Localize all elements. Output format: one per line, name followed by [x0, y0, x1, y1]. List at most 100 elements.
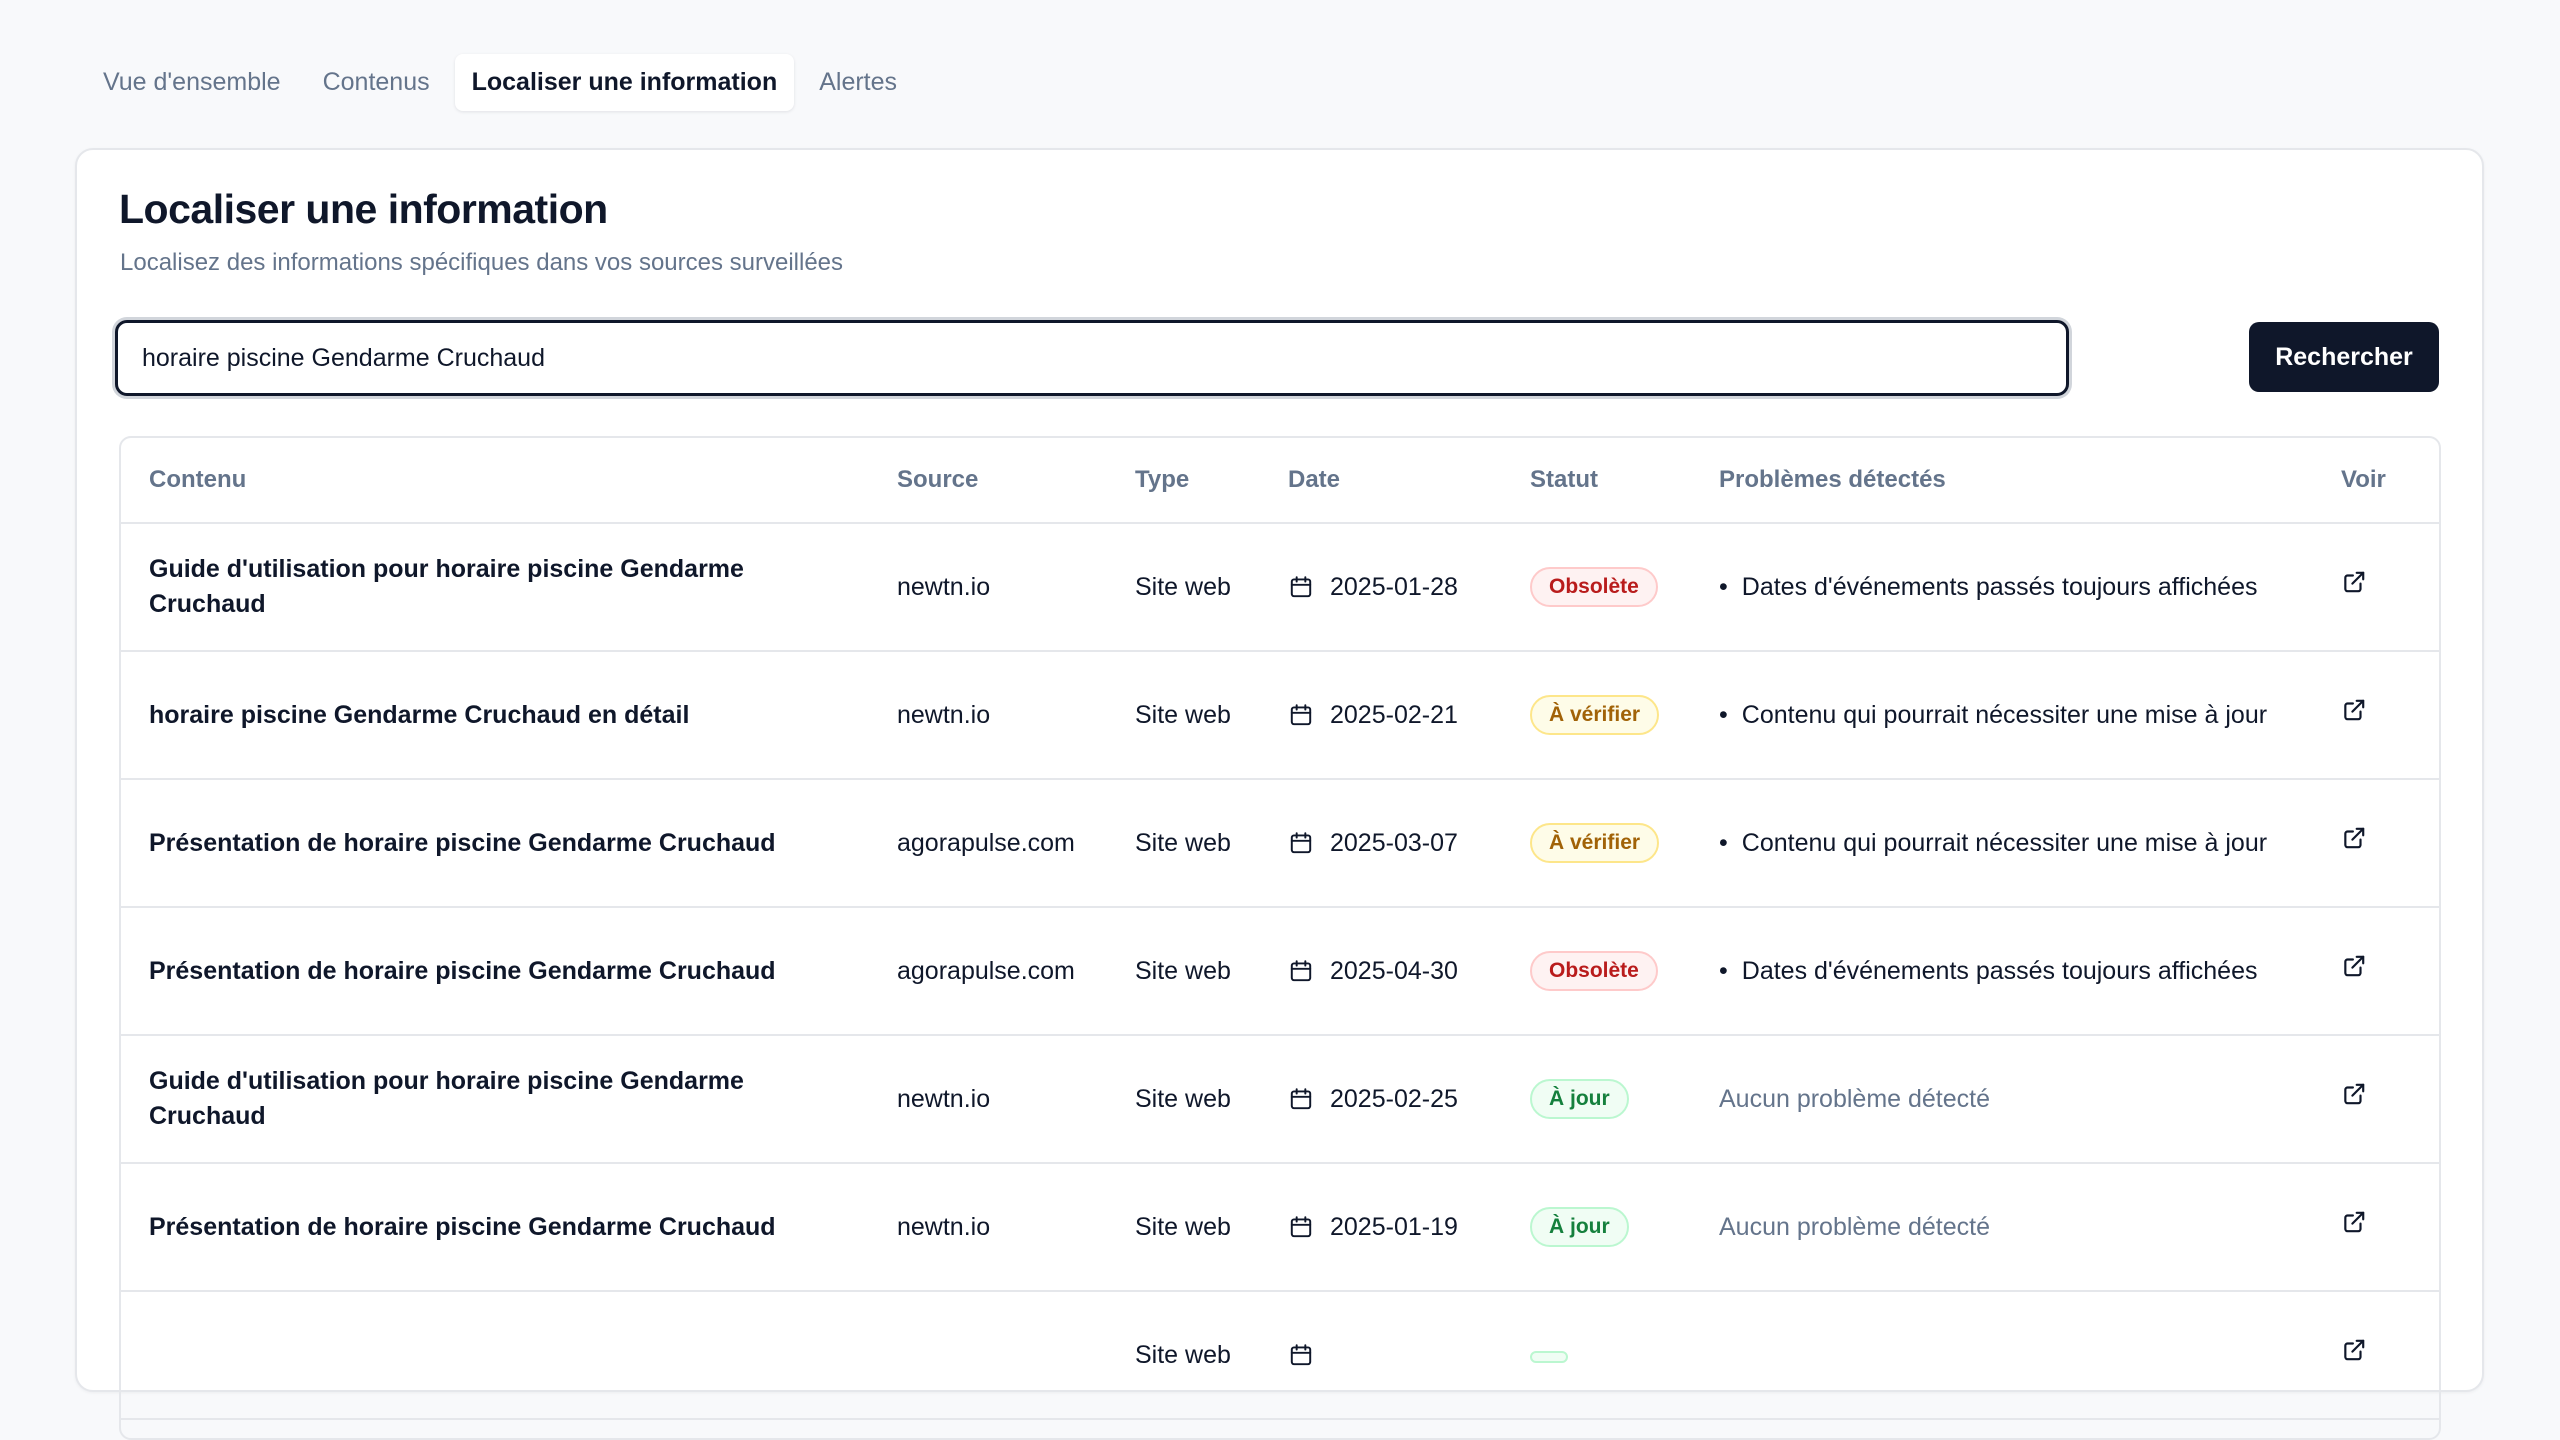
cell-type: Site web: [1107, 1035, 1260, 1164]
search-input[interactable]: [118, 323, 2066, 393]
calendar-icon: [1288, 830, 1314, 856]
status-badge: Obsolète: [1530, 951, 1658, 991]
cell-issues: • Contenu qui pourrait nécessiter une mis…: [1691, 779, 2313, 908]
cell-source: newtn.io: [869, 1163, 1107, 1292]
table-row[interactable]: horaire piscine Gendarme Cruchaud en dét…: [121, 651, 2439, 780]
cell-view: [2313, 779, 2439, 908]
cell-source: [869, 1291, 1107, 1420]
cell-date: 2025-04-30: [1260, 907, 1502, 1036]
table-row[interactable]: Présentation de horaire piscine Gendarme…: [121, 1163, 2439, 1292]
cell-status: À jour: [1502, 1035, 1691, 1164]
cell-type: Site web: [1107, 779, 1260, 908]
date-text: 2025-01-28: [1330, 572, 1458, 601]
calendar-icon: [1288, 1214, 1314, 1240]
cell-date: [1260, 1291, 1502, 1420]
cell-content: Présentation de horaire piscine Gendarme…: [121, 907, 869, 1036]
table-header-row: Contenu Source Type Date Statut Problème…: [121, 438, 2439, 524]
external-link-icon[interactable]: [2341, 825, 2367, 851]
cell-issues: Aucun problème détecté: [1691, 1035, 2313, 1164]
external-link-icon[interactable]: [2341, 1209, 2367, 1235]
status-badge: Obsolète: [1530, 567, 1658, 607]
external-link-icon[interactable]: [2341, 953, 2367, 979]
cell-status: [1502, 1291, 1691, 1420]
external-link-icon[interactable]: [2341, 569, 2367, 595]
table-row[interactable]: Guide d'utilisation pour horaire piscine…: [121, 1035, 2439, 1164]
cell-date: 2025-02-25: [1260, 1035, 1502, 1164]
issue-item: • Contenu qui pourrait nécessiter une mis…: [1719, 826, 2313, 861]
cell-view: [2313, 523, 2439, 652]
column-header-status[interactable]: Statut: [1502, 438, 1691, 524]
cell-content: horaire piscine Gendarme Cruchaud en dét…: [121, 651, 869, 780]
calendar-icon: [1288, 958, 1314, 984]
issue-item: • Dates d'événements passés toujours affi…: [1719, 954, 2313, 989]
tab-list: Vue d'ensemble Contenus Localiser une in…: [86, 54, 914, 111]
search-button[interactable]: Rechercher: [2249, 322, 2439, 392]
cell-type: Site web: [1107, 651, 1260, 780]
date-text: 2025-01-19: [1330, 1212, 1458, 1241]
cell-source: newtn.io: [869, 523, 1107, 652]
cell-issues: [1691, 1291, 2313, 1420]
bullet-icon: •: [1719, 956, 1728, 985]
cell-source: newtn.io: [869, 651, 1107, 780]
no-issue-text: Aucun problème détecté: [1719, 1084, 1991, 1113]
issue-text: Contenu qui pourrait nécessiter une mise…: [1741, 828, 2268, 857]
issue-item: • Dates d'événements passés toujours affi…: [1719, 570, 2313, 605]
page-title: Localiser une information: [119, 186, 608, 232]
cell-issues: • Contenu qui pourrait nécessiter une mis…: [1691, 651, 2313, 780]
calendar-icon: [1288, 574, 1314, 600]
cell-type: Site web: [1107, 907, 1260, 1036]
cell-date: 2025-01-19: [1260, 1163, 1502, 1292]
column-header-issues[interactable]: Problèmes détectés: [1691, 438, 2313, 524]
column-header-content[interactable]: Contenu: [121, 438, 869, 524]
cell-content: Guide d'utilisation pour horaire piscine…: [121, 523, 869, 652]
calendar-icon: [1288, 1342, 1314, 1368]
status-badge: À vérifier: [1530, 695, 1660, 735]
cell-view: [2313, 1163, 2439, 1292]
table-row[interactable]: Site web: [121, 1291, 2439, 1420]
cell-view: [2313, 1035, 2439, 1164]
issue-item: • Contenu qui pourrait nécessiter une mis…: [1719, 698, 2313, 733]
table-row[interactable]: Guide d'utilisation pour horaire piscine…: [121, 523, 2439, 652]
date-text: 2025-02-21: [1330, 700, 1458, 729]
bullet-icon: •: [1719, 828, 1728, 857]
column-header-date[interactable]: Date: [1260, 438, 1502, 524]
cell-content: [121, 1291, 869, 1420]
date-text: 2025-02-25: [1330, 1084, 1458, 1113]
cell-issues: Aucun problème détecté: [1691, 1163, 2313, 1292]
cell-content: Guide d'utilisation pour horaire piscine…: [121, 1035, 869, 1164]
bullet-icon: •: [1719, 700, 1728, 729]
calendar-icon: [1288, 702, 1314, 728]
column-header-source[interactable]: Source: [869, 438, 1107, 524]
calendar-icon: [1288, 1086, 1314, 1112]
search-field: [115, 320, 2069, 396]
cell-view: [2313, 907, 2439, 1036]
cell-status: Obsolète: [1502, 907, 1691, 1036]
status-badge: À jour: [1530, 1207, 1629, 1247]
column-header-type[interactable]: Type: [1107, 438, 1260, 524]
cell-content: Présentation de horaire piscine Gendarme…: [121, 1163, 869, 1292]
cell-date: 2025-01-28: [1260, 523, 1502, 652]
tab-overview[interactable]: Vue d'ensemble: [86, 54, 298, 111]
tab-locate-information[interactable]: Localiser une information: [454, 54, 795, 111]
tab-contents[interactable]: Contenus: [306, 54, 447, 111]
cell-type: Site web: [1107, 1291, 1260, 1420]
table-row[interactable]: Présentation de horaire piscine Gendarme…: [121, 907, 2439, 1036]
cell-view: [2313, 1291, 2439, 1420]
issue-text: Contenu qui pourrait nécessiter une mise…: [1741, 700, 2268, 729]
external-link-icon[interactable]: [2341, 1337, 2367, 1363]
table-row[interactable]: Présentation de horaire piscine Gendarme…: [121, 779, 2439, 908]
page-subtitle: Localisez des informations spécifiques d…: [120, 249, 844, 276]
cell-status: À jour: [1502, 1163, 1691, 1292]
cell-status: À vérifier: [1502, 779, 1691, 908]
cell-status: À vérifier: [1502, 651, 1691, 780]
status-badge: À vérifier: [1530, 823, 1660, 863]
cell-type: Site web: [1107, 1163, 1260, 1292]
external-link-icon[interactable]: [2341, 697, 2367, 723]
date-text: 2025-03-07: [1330, 828, 1458, 857]
tab-alerts[interactable]: Alertes: [802, 54, 914, 111]
status-badge: [1530, 1350, 1568, 1363]
cell-source: agorapulse.com: [869, 907, 1107, 1036]
external-link-icon[interactable]: [2341, 1081, 2367, 1107]
date-text: 2025-04-30: [1330, 956, 1458, 985]
cell-content: Présentation de horaire piscine Gendarme…: [121, 779, 869, 908]
